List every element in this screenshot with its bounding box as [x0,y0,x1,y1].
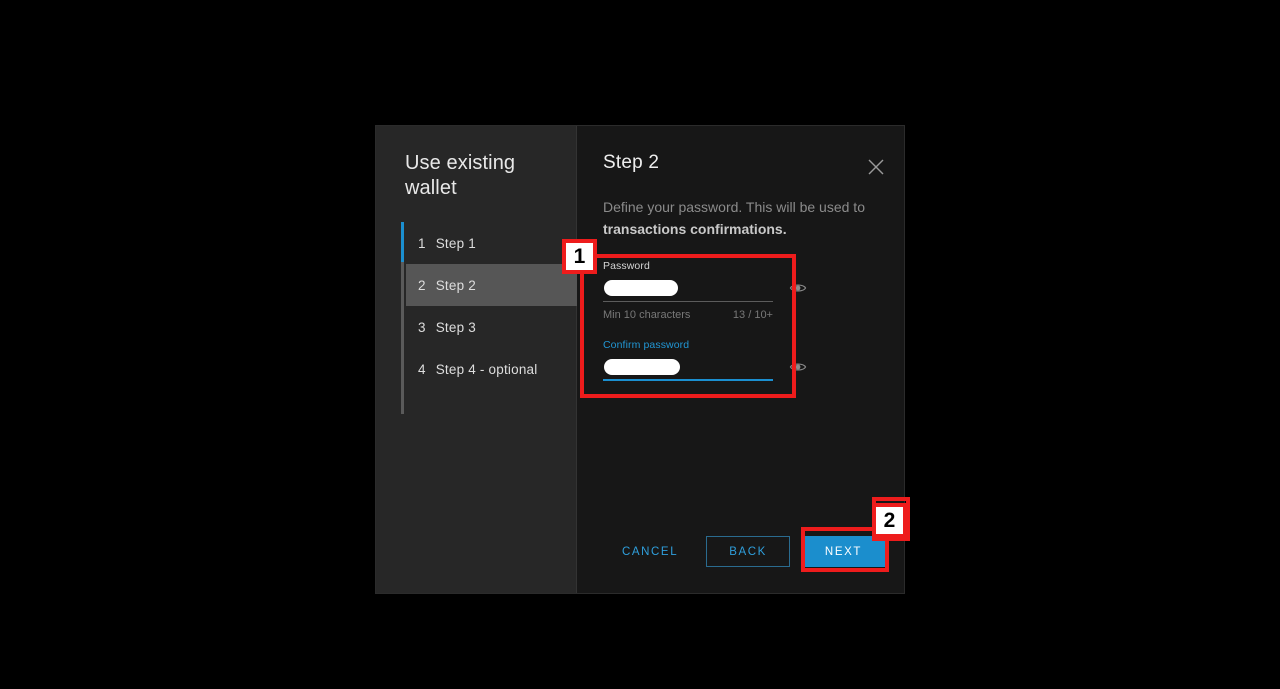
description-emphasis: transactions confirmations. [603,221,787,237]
step-list: 1 Step 1 2 Step 2 3 Step 3 4 Step 4 - op… [406,222,577,390]
password-field-group: Password Min 10 characters 13 / 10+ [603,260,807,321]
page-title: Step 2 [603,152,660,173]
confirm-password-label: Confirm password [603,339,690,351]
cancel-button[interactable]: CANCEL [606,537,694,567]
confirm-password-field-group: Confirm password [603,339,807,381]
password-form: Password Min 10 characters 13 / 10+ Conf… [603,260,807,381]
password-hint: Min 10 characters [603,309,691,321]
password-input[interactable] [603,279,807,302]
close-icon[interactable] [865,156,887,178]
wizard-content: Step 2 Define your password. This will b… [577,126,904,593]
confirm-password-redaction-overlay [604,359,680,375]
sidebar-step-1[interactable]: 1 Step 1 [406,222,577,264]
password-label: Password [603,260,650,272]
step-4-label: Step 4 - optional [435,361,538,377]
step-3-label: Step 3 [435,319,476,335]
next-button[interactable]: NEXT [800,536,886,567]
dialog-footer: CANCEL BACK NEXT [606,536,886,567]
sidebar-step-3[interactable]: 3 Step 3 [406,306,577,348]
screen: Use existing wallet 1 Step 1 2 Step 2 3 … [0,0,1280,689]
wizard-sidebar: Use existing wallet 1 Step 1 2 Step 2 3 … [376,126,577,593]
wizard-dialog: Use existing wallet 1 Step 1 2 Step 2 3 … [376,126,904,593]
password-redaction-overlay [604,280,678,296]
sidebar-step-4[interactable]: 4 Step 4 - optional [406,348,577,390]
step-description: Define your password. This will be used … [603,196,865,240]
sidebar-step-2[interactable]: 2 Step 2 [406,264,577,306]
step-2-label: Step 2 [435,277,476,293]
confirm-password-underline [603,379,773,381]
eye-icon[interactable] [789,279,807,297]
step-2-number: 2 [418,277,426,293]
back-button[interactable]: BACK [706,536,790,567]
step-3-number: 3 [418,319,426,335]
password-underline [603,301,773,302]
eye-icon[interactable] [789,358,807,376]
password-helper-row: Min 10 characters 13 / 10+ [603,309,773,321]
step-1-number: 1 [418,235,426,251]
wizard-title: Use existing wallet [405,152,516,199]
step-rail-progress [401,222,404,262]
step-4-number: 4 [418,361,426,377]
confirm-password-input[interactable] [603,358,807,381]
step-1-label: Step 1 [435,235,476,251]
description-lead: Define your password. This will be used … [603,199,865,215]
password-counter: 13 / 10+ [732,309,773,321]
